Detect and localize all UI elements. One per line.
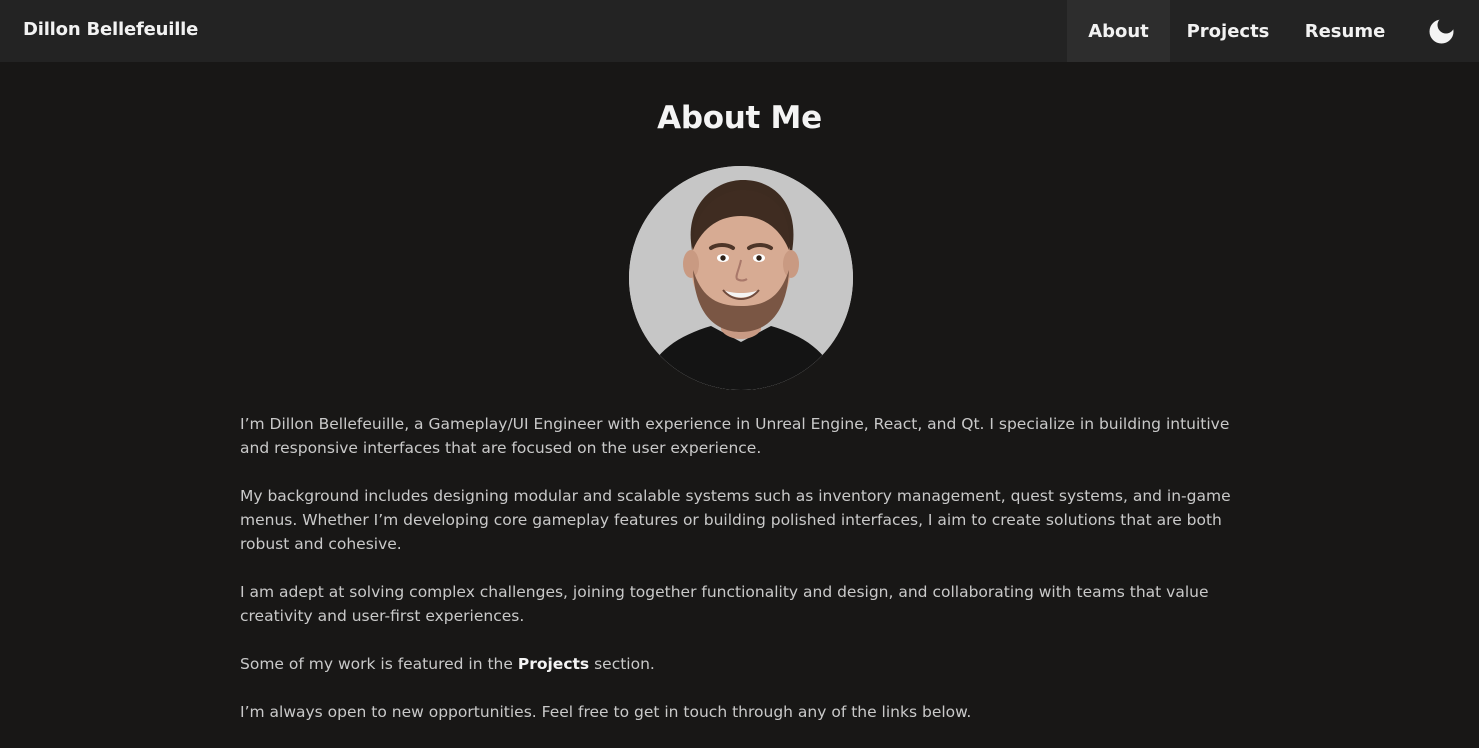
bio-paragraph-2: My background includes designing modular… xyxy=(240,487,1231,553)
page-title: About Me xyxy=(657,100,822,136)
projects-inline-link[interactable]: Projects xyxy=(518,655,589,673)
bio-paragraph-3: I am adept at solving complex challenges… xyxy=(240,583,1209,625)
profile-photo xyxy=(629,166,853,390)
site-brand[interactable]: Dillon Bellefeuille xyxy=(23,19,198,40)
profile-avatar xyxy=(629,166,853,390)
top-navbar: Dillon Bellefeuille About Projects Resum… xyxy=(0,0,1479,62)
bio-paragraph-1: I’m Dillon Bellefeuille, a Gameplay/UI E… xyxy=(240,415,1230,457)
bio-paragraph-4-start: Some of my work is featured in the xyxy=(240,655,518,673)
bio-paragraph-4: Some of my work is featured in the Proje… xyxy=(240,652,1250,676)
nav-links: About Projects Resume xyxy=(1067,0,1479,62)
nav-projects-link[interactable]: Projects xyxy=(1170,0,1286,62)
about-section: About Me I’m Dillon Bellefeuille, a Game… xyxy=(0,62,1479,722)
bio-paragraph-5: I’m always open to new opportunities. Fe… xyxy=(240,703,972,721)
bio-paragraph-4-end: section. xyxy=(589,655,655,673)
nav-resume-link[interactable]: Resume xyxy=(1286,0,1404,62)
bio-text: I’m Dillon Bellefeuille, a Gameplay/UI E… xyxy=(240,412,1250,748)
nav-about-link[interactable]: About xyxy=(1067,0,1170,62)
theme-toggle-button[interactable] xyxy=(1404,0,1479,62)
moon-icon xyxy=(1429,19,1453,44)
